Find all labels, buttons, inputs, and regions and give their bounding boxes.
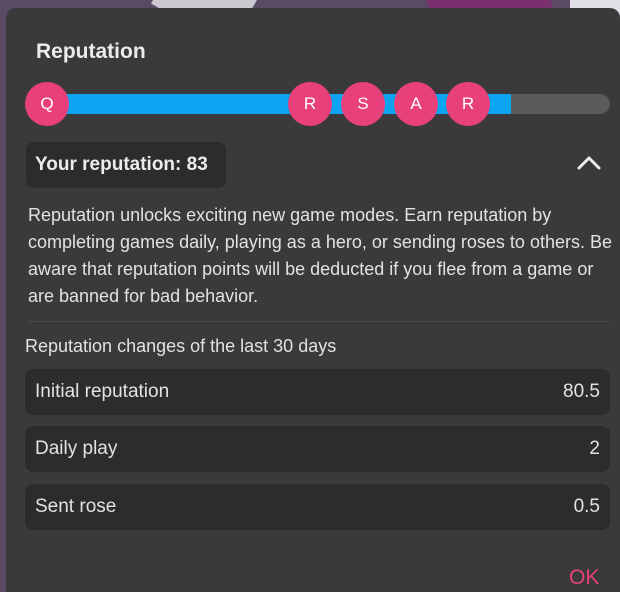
rank-marker-r: R — [288, 82, 332, 126]
change-row-value: 80.5 — [563, 381, 600, 402]
change-row-label: Initial reputation — [35, 381, 170, 402]
reputation-dialog: Reputation Q R S A R Your reputation: 83… — [6, 8, 620, 592]
reputation-progress-fill — [28, 94, 512, 114]
changes-heading: Reputation changes of the last 30 days — [25, 336, 337, 356]
chevron-up-icon[interactable] — [574, 148, 604, 178]
reputation-score-badge: Your reputation: 83 — [26, 142, 226, 188]
change-row-value: 0.5 — [573, 496, 600, 517]
change-row-label: Sent rose — [35, 496, 117, 517]
change-row-value: 2 — [589, 438, 600, 459]
divider — [28, 321, 610, 322]
ok-button[interactable]: OK — [569, 566, 599, 590]
change-row-sent-rose: Sent rose 0.5 — [25, 484, 610, 530]
reputation-description: Reputation unlocks exciting new game mod… — [28, 205, 612, 306]
rank-marker-s: S — [341, 82, 385, 126]
change-row-label: Daily play — [35, 438, 118, 459]
rank-marker-q: Q — [25, 82, 69, 126]
dialog-title: Reputation — [36, 40, 146, 63]
rank-marker-r-2: R — [446, 82, 490, 126]
change-row-daily-play: Daily play 2 — [25, 426, 610, 472]
change-row-initial-reputation: Initial reputation 80.5 — [25, 369, 610, 415]
rank-marker-a: A — [394, 82, 438, 126]
